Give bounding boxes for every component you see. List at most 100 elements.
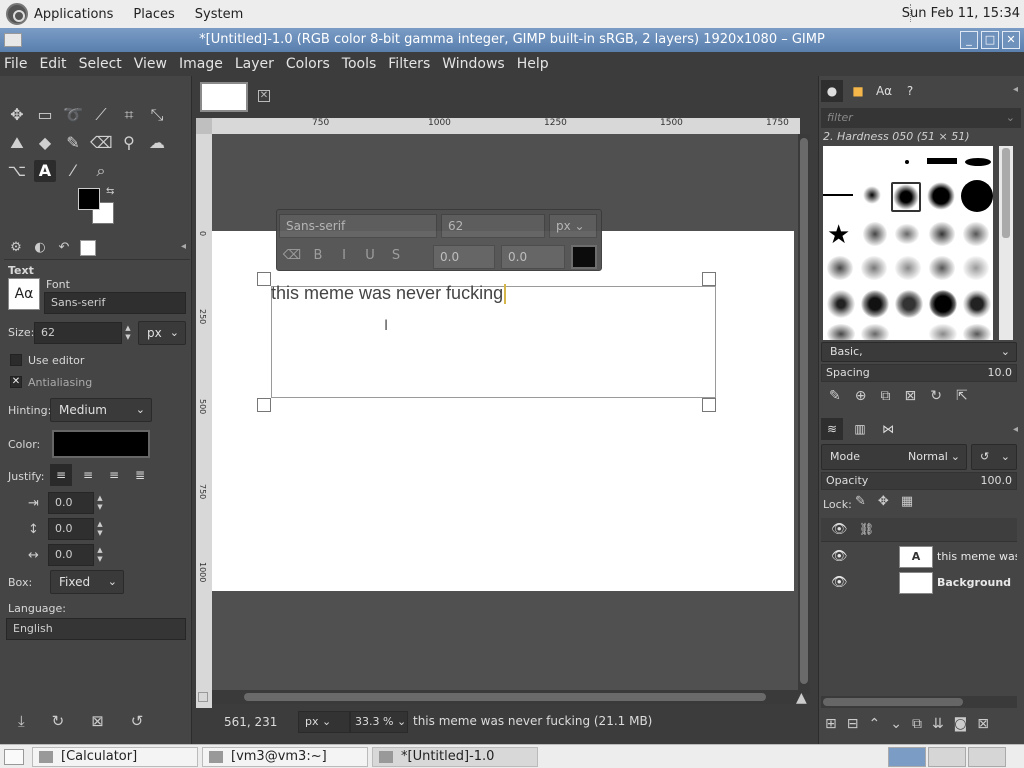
vertical-scroll-thumb[interactable]	[800, 138, 808, 684]
places-menu[interactable]: Places	[133, 7, 174, 22]
text-color-button[interactable]	[52, 430, 150, 458]
spacing-slider[interactable]: Spacing 10.0	[821, 364, 1017, 382]
line-spacing-spinner[interactable]: ▲ ▼	[94, 520, 106, 538]
layers-dock-menu-icon[interactable]: ◂	[1013, 424, 1018, 435]
justify-fill-icon[interactable]: ≣	[129, 464, 151, 486]
brush-item[interactable]	[905, 160, 909, 164]
close-button[interactable]: ✕	[1002, 31, 1020, 49]
canvas-text[interactable]: this meme was never fucking	[271, 283, 507, 305]
workspace-2[interactable]	[928, 747, 966, 767]
unit-select[interactable]: px ⌄	[298, 711, 350, 733]
brush-item[interactable]	[929, 222, 955, 246]
brush-item[interactable]	[929, 256, 955, 280]
close-image-tab-icon[interactable]: ✕	[258, 90, 270, 102]
lock-pixels-icon[interactable]: ✎	[855, 494, 866, 509]
visibility-eye-icon[interactable]: 👁	[831, 575, 848, 590]
refresh-brushes-icon[interactable]: ↻	[930, 388, 942, 404]
merge-layer-icon[interactable]: ⇊	[932, 716, 944, 732]
kerning-input[interactable]: 0.0	[501, 245, 565, 269]
rect-select-tool-icon[interactable]: ▭	[34, 104, 56, 126]
device-status-tab-icon[interactable]: ◐	[32, 240, 48, 256]
foreground-color[interactable]	[78, 188, 100, 210]
desktop-logo-icon[interactable]	[6, 3, 28, 25]
horizontal-ruler[interactable]: 750 1000 1250 1500 1750	[212, 118, 800, 134]
dock-menu-icon[interactable]: ◂	[1013, 84, 1018, 95]
menu-select[interactable]: Select	[79, 56, 122, 72]
brush-item[interactable]	[963, 290, 991, 318]
horizontal-scrollbar[interactable]	[212, 690, 798, 704]
layers-hscrollbar[interactable]	[821, 696, 1017, 708]
move-tool-icon[interactable]: ✥	[6, 104, 28, 126]
brush-item[interactable]	[861, 324, 889, 340]
bucket-fill-tool-icon[interactable]: ◆	[34, 132, 56, 154]
menu-layer[interactable]: Layer	[235, 56, 274, 72]
image-tab-thumbnail[interactable]	[200, 82, 248, 112]
brush-item-selected[interactable]	[891, 182, 921, 212]
transform-tool-icon[interactable]: ⤡	[146, 104, 168, 126]
brush-item[interactable]	[929, 324, 957, 340]
bold-icon[interactable]: B	[307, 245, 329, 267]
fonts-tab-icon[interactable]: Aα	[873, 80, 895, 102]
brush-item[interactable]	[827, 324, 855, 340]
lower-layer-icon[interactable]: ⌄	[890, 716, 902, 732]
patterns-tab-icon[interactable]: ■	[847, 80, 869, 102]
vertical-ruler[interactable]: 0 250 500 750 1000	[196, 134, 212, 708]
workspace-3[interactable]	[968, 747, 1006, 767]
window-title-bar[interactable]: *[Untitled]-1.0 (RGB color 8-bit gamma i…	[0, 28, 1024, 52]
menu-windows[interactable]: Windows	[442, 56, 505, 72]
tab-menu-icon[interactable]: ◂	[181, 241, 186, 252]
paintbrush-tool-icon[interactable]: ✎	[62, 132, 84, 154]
layer-row[interactable]: 👁 Background	[821, 570, 1015, 596]
clone-tool-icon[interactable]: ⚲	[118, 132, 140, 154]
menu-image[interactable]: Image	[179, 56, 223, 72]
font-input[interactable]: Sans-serif	[44, 292, 186, 314]
resize-handle-tr[interactable]	[702, 272, 716, 286]
add-mask-icon[interactable]: ◙	[954, 716, 968, 732]
layers-hscroll-thumb[interactable]	[823, 698, 963, 706]
toolbar-size-input[interactable]: 62	[441, 214, 545, 238]
resize-handle-tl[interactable]	[257, 272, 271, 286]
antialiasing-checkbox[interactable]: ✕	[10, 376, 22, 388]
help-tab-icon[interactable]: ?	[899, 80, 921, 102]
brush-preset-select[interactable]: Basic, ⌄	[821, 342, 1017, 362]
brush-item[interactable]	[927, 158, 957, 164]
toolbar-color-button[interactable]	[571, 245, 597, 269]
resize-handle-br[interactable]	[702, 398, 716, 412]
letter-spacing-spinner[interactable]: ▲ ▼	[94, 546, 106, 564]
italic-icon[interactable]: I	[333, 245, 355, 267]
brush-item[interactable]	[861, 256, 887, 280]
brush-item[interactable]	[863, 222, 887, 246]
layers-tab-icon[interactable]: ≋	[821, 418, 843, 440]
warp-tool-icon[interactable]: ⛰	[6, 132, 28, 154]
delete-brush-icon[interactable]: ⊠	[904, 388, 916, 404]
clear-style-icon[interactable]: ⌫	[281, 245, 303, 267]
brush-item[interactable]	[861, 290, 889, 318]
justify-right-icon[interactable]: ≡	[77, 464, 99, 486]
indent-spinner[interactable]: ▲ ▼	[94, 494, 106, 512]
baseline-input[interactable]: 0.0	[433, 245, 495, 269]
quick-mask-toggle[interactable]	[198, 692, 208, 702]
brush-item[interactable]	[961, 180, 993, 212]
layer-row[interactable]: 👁 A this meme was never fucking	[821, 544, 1017, 570]
brush-scrollbar[interactable]	[999, 146, 1013, 340]
open-brush-icon[interactable]: ⇱	[956, 388, 968, 404]
brush-item[interactable]	[927, 182, 955, 210]
horizontal-scroll-thumb[interactable]	[244, 693, 766, 701]
resize-handle-bl[interactable]	[257, 398, 271, 412]
lasso-tool-icon[interactable]: ➰	[62, 104, 84, 126]
paths-tool-icon[interactable]: ⌥	[6, 160, 28, 182]
brush-item[interactable]	[827, 256, 853, 280]
new-brush-icon[interactable]: ⊕	[855, 388, 867, 404]
new-layer-icon[interactable]: ⊞	[825, 716, 837, 732]
crop-tool-icon[interactable]: ⌗	[118, 104, 140, 126]
menu-edit[interactable]: Edit	[39, 56, 66, 72]
brush-grid[interactable]: ★	[823, 146, 993, 340]
brushes-tab-icon[interactable]: ●	[821, 80, 843, 102]
brush-item[interactable]	[863, 186, 881, 204]
indent-input[interactable]: 0.0	[48, 492, 94, 514]
toolbar-unit-select[interactable]: px ⌄	[549, 214, 597, 238]
visibility-eye-icon[interactable]: 👁	[831, 549, 848, 564]
edit-brush-icon[interactable]: ✎	[829, 388, 841, 404]
box-mode-select[interactable]: Fixed ⌄	[50, 570, 124, 594]
reset-options-icon[interactable]: ↺	[131, 712, 144, 730]
